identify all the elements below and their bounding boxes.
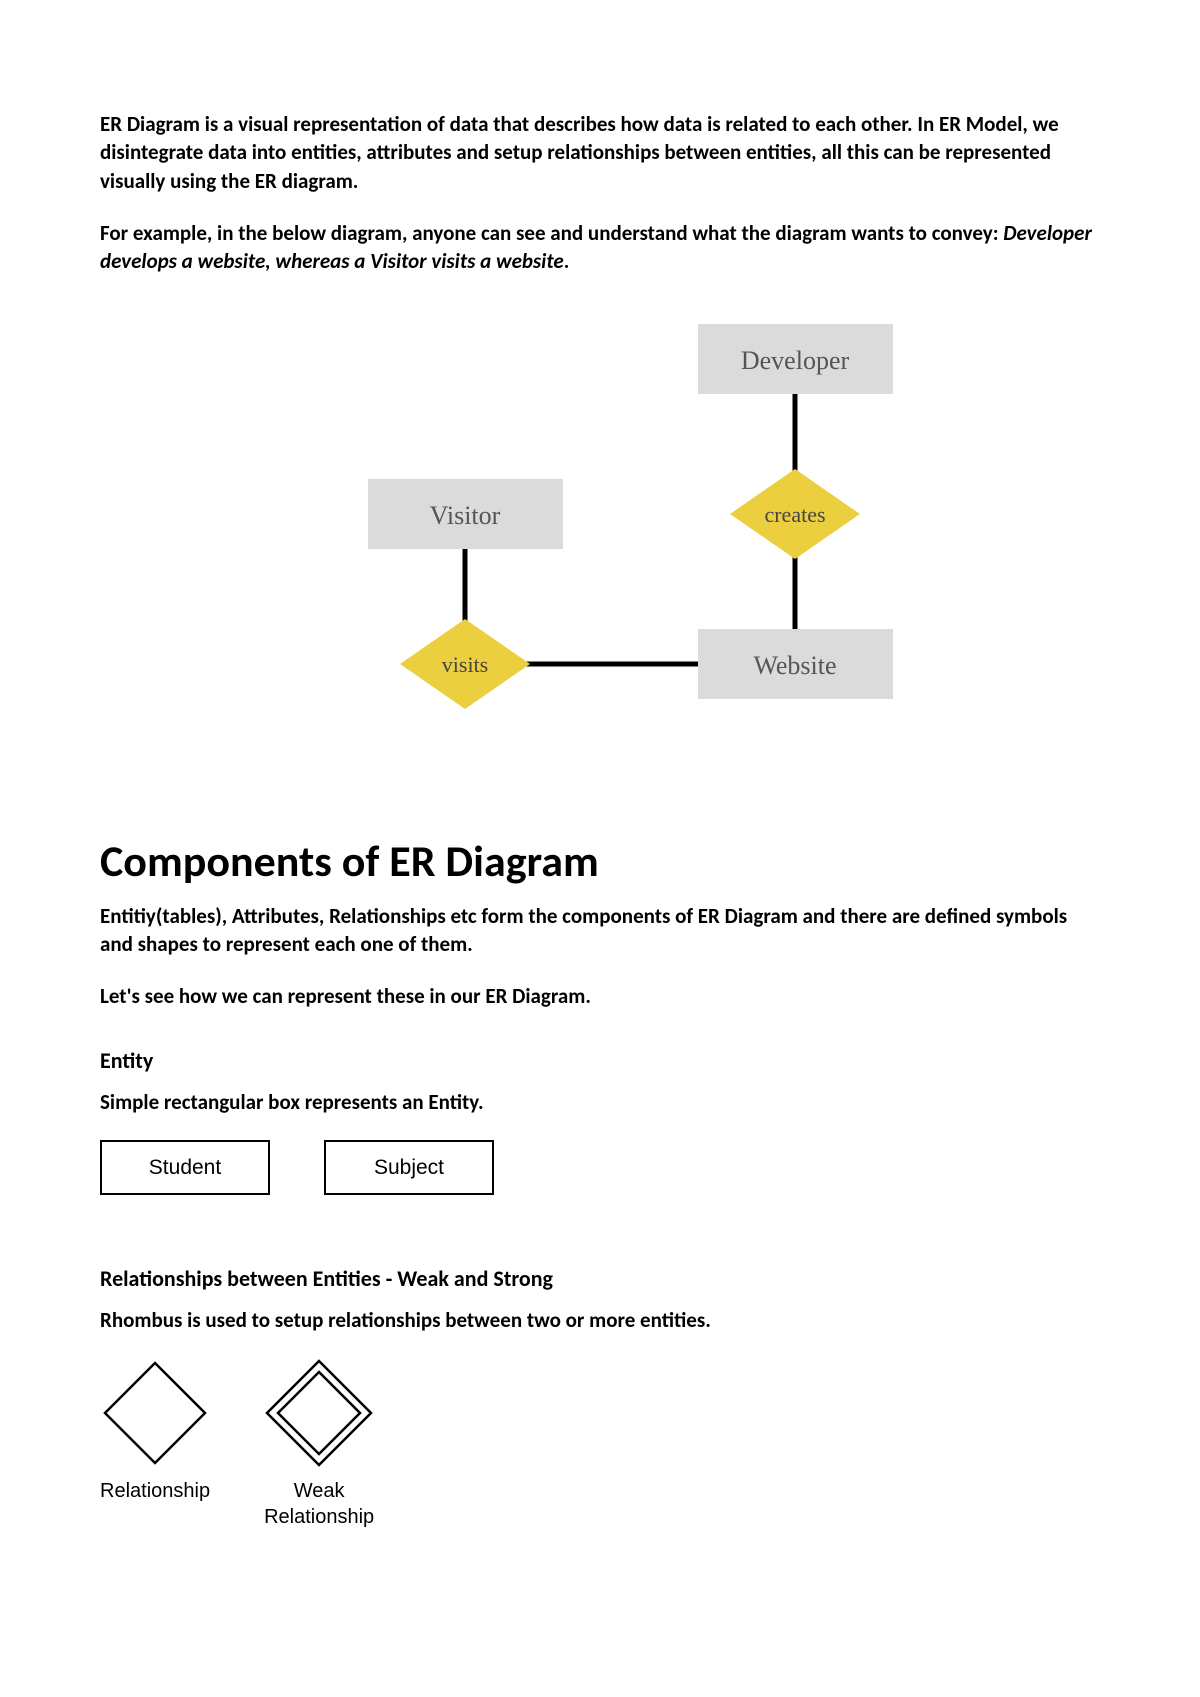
entity-box-student: Student xyxy=(100,1140,270,1195)
relationship-shapes-container: Relationship Weak Relationship xyxy=(100,1358,1100,1530)
rhombus-weak-icon xyxy=(264,1358,374,1468)
entity-boxes-container: Student Subject xyxy=(100,1140,1100,1195)
components-para-2: Let's see how we can represent these in … xyxy=(100,982,1100,1010)
intro-para2-suffix: . xyxy=(564,248,570,274)
relationship-item-weak: Weak Relationship xyxy=(264,1358,374,1530)
entity-para: Simple rectangular box represents an Ent… xyxy=(100,1088,1100,1116)
intro-paragraph-1: ER Diagram is a visual representation of… xyxy=(100,110,1100,195)
entity-developer-text: Developer xyxy=(741,346,850,375)
entity-website-text: Website xyxy=(753,651,836,680)
relationship-visits-text: visits xyxy=(442,652,488,677)
er-diagram: Developer Visitor creates Website visits xyxy=(240,314,960,754)
relationship-label-weak: Weak Relationship xyxy=(264,1478,374,1530)
relationship-item-strong: Relationship xyxy=(100,1358,210,1504)
relationships-heading: Relationships between Entities - Weak an… xyxy=(100,1265,1100,1292)
er-diagram-container: Developer Visitor creates Website visits xyxy=(100,314,1100,754)
relationships-para: Rhombus is used to setup relationships b… xyxy=(100,1306,1100,1334)
entity-visitor-text: Visitor xyxy=(430,501,501,530)
intro-para2-prefix: For example, in the below diagram, anyon… xyxy=(100,220,1003,246)
relationship-label-strong: Relationship xyxy=(100,1478,210,1504)
entity-heading: Entity xyxy=(100,1047,1100,1074)
rhombus-strong-icon xyxy=(100,1358,210,1468)
relationship-creates-text: creates xyxy=(764,502,825,527)
components-title: Components of ER Diagram xyxy=(100,834,1100,888)
components-para-1: Entitiy(tables), Attributes, Relationshi… xyxy=(100,902,1100,959)
entity-box-subject: Subject xyxy=(324,1140,494,1195)
intro-paragraph-2: For example, in the below diagram, anyon… xyxy=(100,219,1100,276)
